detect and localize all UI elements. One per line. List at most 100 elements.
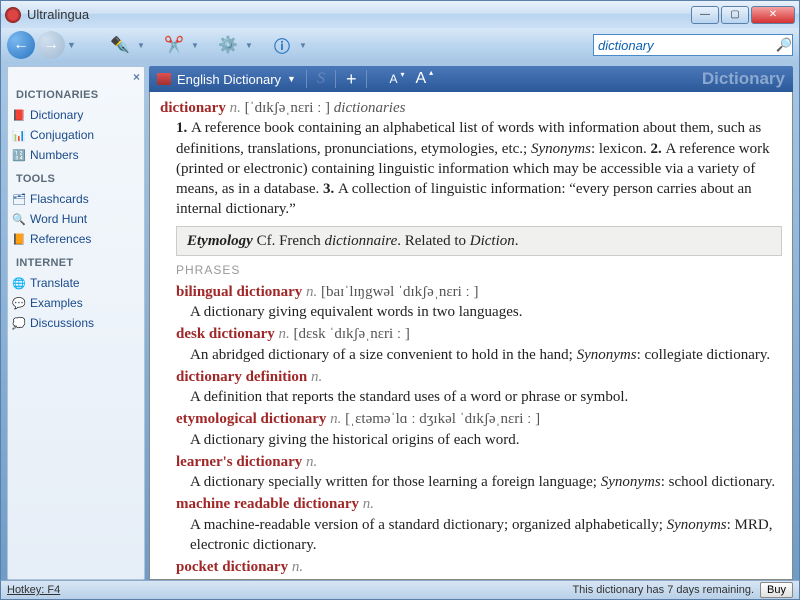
phrase-headword: desk dictionary bbox=[176, 326, 275, 342]
titlebar: Ultralingua — ▢ ✕ bbox=[0, 0, 800, 28]
phrase-entry: desk dictionary n. [dɛsk ˈdɪkʃəˌnɛri ː ]… bbox=[160, 324, 782, 365]
back-button[interactable]: ← bbox=[7, 31, 35, 59]
phrase-definition: A dictionary specially written for those… bbox=[190, 472, 782, 492]
sidebar-close-button[interactable]: × bbox=[133, 70, 140, 84]
sidebar-item-examples-icon: 💬 bbox=[12, 296, 26, 310]
window-controls: — ▢ ✕ bbox=[691, 6, 795, 24]
nav-history-dropdown[interactable]: ▼ bbox=[67, 40, 79, 50]
synonyms-label: Synonyms bbox=[531, 141, 591, 157]
phrases-header: PHRASES bbox=[176, 262, 782, 278]
phrase-headword: bilingual dictionary bbox=[176, 284, 302, 300]
sidebar-item-numbers-icon: 🔢 bbox=[12, 148, 26, 162]
content-panel: English Dictionary ▼ S + A▾ A▴ Dictionar… bbox=[149, 66, 793, 580]
sense-number: 1. bbox=[176, 120, 191, 136]
sidebar-item-flashcards[interactable]: 🗂Flashcards bbox=[8, 189, 144, 209]
sidebar-section-header: INTERNET bbox=[8, 249, 144, 273]
etymology-label: Etymology bbox=[187, 233, 253, 249]
info-icon[interactable]: ⓘ bbox=[269, 32, 295, 58]
sidebar-item-label: Discussions bbox=[30, 316, 94, 330]
synonyms-text: : collegiate dictionary. bbox=[637, 347, 771, 363]
sidebar-item-label: Conjugation bbox=[30, 128, 94, 142]
book-icon bbox=[157, 73, 171, 85]
panel-title: Dictionary bbox=[702, 69, 785, 89]
trial-label: This dictionary has 7 days remaining. bbox=[572, 584, 754, 596]
synonyms-label: Synonyms bbox=[667, 517, 727, 533]
gear-dropdown[interactable]: ▼ bbox=[245, 41, 255, 50]
phrase-pos: n. bbox=[306, 284, 317, 300]
phrase-headword: pocket dictionary bbox=[176, 559, 288, 575]
sidebar-item-wordhunt-icon: 🔍 bbox=[12, 212, 26, 226]
sidebar-item-references[interactable]: 📙 References bbox=[8, 229, 144, 249]
sidebar-item-dictionary-icon: 📕 bbox=[12, 108, 26, 122]
headword-line: dictionary n. [ˈdɪkʃəˌnɛri ː ] dictionar… bbox=[160, 98, 782, 118]
sidebar-item-discussions[interactable]: 💭 Discussions bbox=[8, 313, 144, 333]
sidebar-item-label: References bbox=[30, 232, 91, 246]
hotkey-label[interactable]: Hotkey: F4 bbox=[7, 584, 60, 596]
statusbar: Hotkey: F4 This dictionary has 7 days re… bbox=[0, 580, 800, 600]
toolbar: ← → ▼ ✒️ ▼ ✂️ ▼ ⚙️ ▼ ⓘ ▼ 🔍 bbox=[0, 28, 800, 62]
phrase-entry: dictionary definition n. A definition tha… bbox=[160, 367, 782, 408]
sidebar-item-conjugation-icon: 📊 bbox=[12, 128, 26, 142]
part-of-speech: n. bbox=[230, 100, 241, 116]
synonyms-text: : school dictionary. bbox=[661, 474, 775, 490]
synonyms-text: : lexicon. bbox=[591, 141, 651, 157]
sidebar-item-wordhunt[interactable]: 🔍Word Hunt bbox=[8, 209, 144, 229]
search-input[interactable] bbox=[598, 38, 776, 53]
main-area: × DICTIONARIES 📕 Dictionary 📊 Conjugation 🔢 Nu… bbox=[0, 62, 800, 580]
maximize-button[interactable]: ▢ bbox=[721, 6, 749, 24]
sidebar-section-header: DICTIONARIES bbox=[8, 71, 144, 105]
add-button[interactable]: + bbox=[346, 69, 357, 90]
scissors-icon[interactable]: ✂️ bbox=[161, 32, 187, 58]
forward-button[interactable]: → bbox=[37, 31, 65, 59]
phrase-headword: learner's dictionary bbox=[176, 454, 302, 470]
phrase-ipa: [dɛsk ˈdɪkʃəˌnɛri ː ] bbox=[294, 326, 410, 342]
minimize-button[interactable]: — bbox=[691, 6, 719, 24]
window-title: Ultralingua bbox=[27, 7, 691, 22]
tools-icon[interactable]: ✒️ bbox=[107, 32, 133, 58]
search-icon[interactable]: 🔍 bbox=[776, 37, 792, 53]
sidebar-item-dictionary[interactable]: 📕 Dictionary bbox=[8, 105, 144, 125]
phrase-definition: A definition that reports the standard u… bbox=[190, 387, 782, 407]
headword: dictionary bbox=[160, 100, 226, 116]
buy-button[interactable]: Buy bbox=[760, 582, 793, 598]
sidebar-item-translate-icon: 🌐 bbox=[12, 276, 26, 290]
strikethrough-button[interactable]: S bbox=[317, 70, 325, 88]
phrase-definition: A dictionary giving equivalent words in … bbox=[190, 302, 782, 322]
font-smaller-button[interactable]: A▾ bbox=[389, 72, 397, 86]
phrase-pos: n. bbox=[311, 369, 322, 385]
sidebar-item-label: Dictionary bbox=[30, 108, 83, 122]
close-button[interactable]: ✕ bbox=[751, 6, 795, 24]
synonyms-label: Synonyms bbox=[601, 474, 661, 490]
font-larger-button[interactable]: A▴ bbox=[416, 70, 427, 88]
phrase-pos: n. bbox=[279, 326, 290, 342]
word-forms: dictionaries bbox=[334, 100, 406, 116]
sidebar-item-references-icon: 📙 bbox=[12, 232, 26, 246]
sidebar-item-examples[interactable]: 💬Examples bbox=[8, 293, 144, 313]
phrase-ipa: [baɪˈlɪŋgwəl ˈdɪkʃəˌnɛri ː ] bbox=[321, 284, 478, 300]
sidebar-item-conjugation[interactable]: 📊 Conjugation bbox=[8, 125, 144, 145]
scissors-dropdown[interactable]: ▼ bbox=[191, 41, 201, 50]
phrase-pos: n. bbox=[330, 411, 341, 427]
sidebar-item-translate[interactable]: 🌐Translate bbox=[8, 273, 144, 293]
search-box: 🔍 bbox=[593, 34, 793, 56]
sidebar-item-label: Flashcards bbox=[30, 192, 89, 206]
dictionary-selector-dropdown[interactable]: ▼ bbox=[287, 74, 296, 84]
phrase-entry: pocket dictionary n. bbox=[160, 557, 782, 577]
phrase-entry: learner's dictionary n.A dictionary spec… bbox=[160, 452, 782, 493]
sense-number: 3. bbox=[323, 181, 338, 197]
dictionary-selector-label[interactable]: English Dictionary bbox=[177, 72, 281, 87]
phrase-pos: n. bbox=[363, 496, 374, 512]
info-dropdown[interactable]: ▼ bbox=[299, 41, 309, 50]
sidebar-item-label: Numbers bbox=[30, 148, 79, 162]
content-header: English Dictionary ▼ S + A▾ A▴ Dictionar… bbox=[149, 66, 793, 92]
pronunciation: [ˈdɪkʃəˌnɛri ː ] bbox=[245, 100, 330, 116]
gear-icon[interactable]: ⚙️ bbox=[215, 32, 241, 58]
sidebar-item-numbers[interactable]: 🔢 Numbers bbox=[8, 145, 144, 165]
phrase-headword: dictionary definition bbox=[176, 369, 307, 385]
definition-area[interactable]: dictionary n. [ˈdɪkʃəˌnɛri ː ] dictionar… bbox=[149, 92, 793, 580]
sidebar-section-header: TOOLS bbox=[8, 165, 144, 189]
sidebar-item-discussions-icon: 💭 bbox=[12, 316, 26, 330]
phrase-headword: machine readable dictionary bbox=[176, 496, 359, 512]
etymology-box: Etymology Cf. French dictionnaire. Relat… bbox=[176, 226, 782, 256]
tools-dropdown[interactable]: ▼ bbox=[137, 41, 147, 50]
